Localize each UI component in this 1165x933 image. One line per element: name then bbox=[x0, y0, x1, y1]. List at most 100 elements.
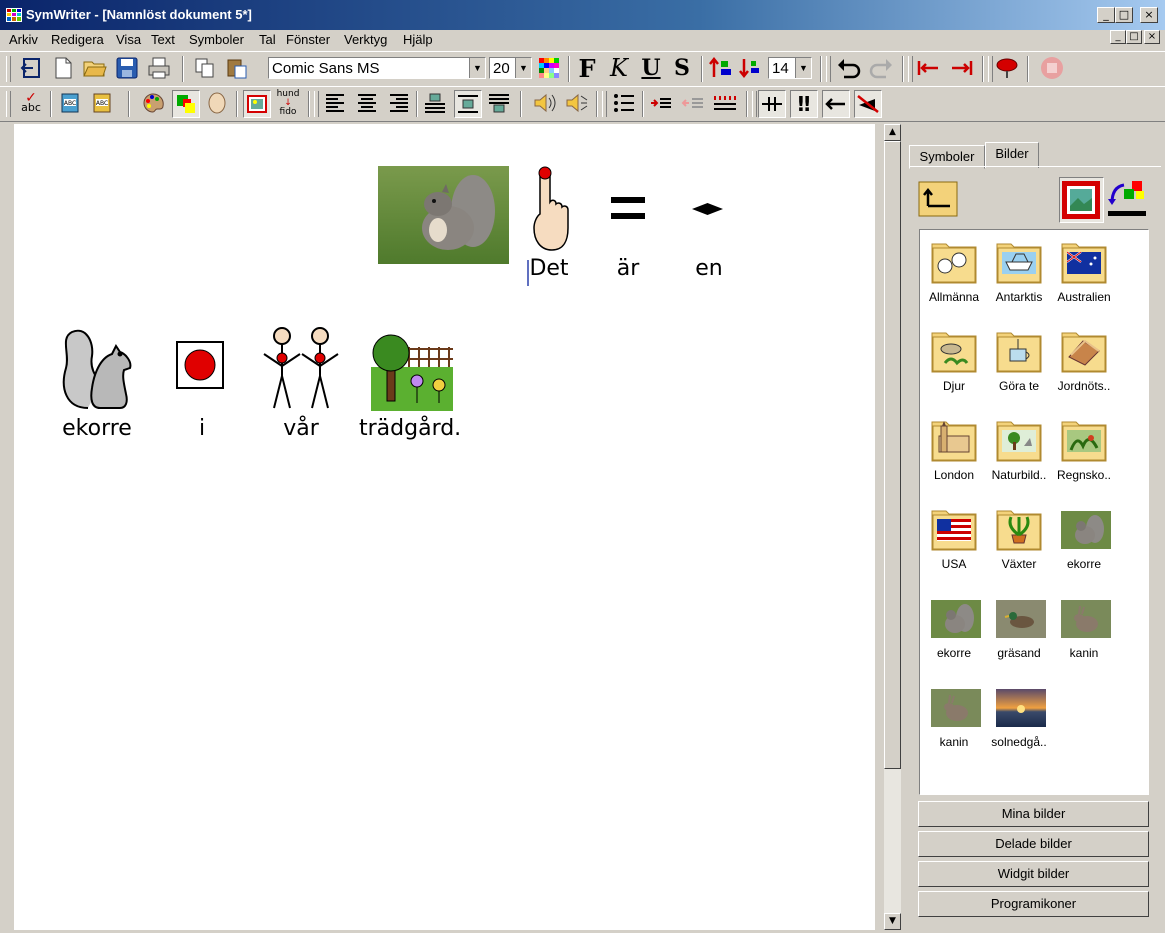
menu-tal[interactable]: Tal bbox=[259, 32, 276, 47]
gallery-folder[interactable]: London bbox=[921, 410, 987, 490]
maximize-button[interactable]: □ bbox=[1115, 7, 1133, 23]
gallery-folder[interactable]: Jordnöts.. bbox=[1051, 321, 1117, 401]
stop-icon[interactable] bbox=[1039, 55, 1065, 81]
gallery-picture[interactable]: kanin bbox=[1051, 588, 1117, 668]
align-bottom-icon[interactable] bbox=[486, 90, 512, 116]
gallery-picture[interactable]: ekorre bbox=[1051, 499, 1117, 579]
menu-text[interactable]: Text bbox=[151, 32, 175, 47]
toolbar-grip[interactable] bbox=[314, 91, 319, 117]
spacing-dots-icon[interactable] bbox=[712, 90, 738, 116]
font-name-select[interactable]: Comic Sans MS ▼ bbox=[268, 57, 486, 79]
gallery-folder[interactable]: Djur bbox=[921, 321, 987, 401]
equals-symbol[interactable] bbox=[611, 197, 645, 219]
indent-icon[interactable] bbox=[648, 90, 674, 116]
color-palette-icon[interactable] bbox=[536, 55, 562, 81]
exit-icon[interactable] bbox=[18, 55, 44, 81]
gallery-picture[interactable]: gräsand bbox=[986, 588, 1052, 668]
align-left-icon[interactable] bbox=[322, 90, 348, 116]
menu-hjalp[interactable]: Hjälp bbox=[403, 32, 433, 47]
chevron-down-icon[interactable]: ▼ bbox=[795, 58, 811, 78]
scroll-up-arrow-icon[interactable]: ▲ bbox=[884, 124, 901, 141]
gallery-folder[interactable]: Växter bbox=[986, 499, 1052, 579]
redo-icon[interactable] bbox=[868, 55, 894, 81]
mdi-restore-button[interactable]: □ bbox=[1126, 30, 1142, 44]
word-boundary-icon[interactable] bbox=[758, 90, 786, 118]
garden-symbol[interactable] bbox=[371, 329, 453, 411]
document-scrollbar[interactable]: ▲ ▼ bbox=[884, 124, 901, 930]
speaker-settings-icon[interactable] bbox=[564, 90, 590, 116]
word-label-toggle[interactable]: hund ↓ fido bbox=[275, 89, 301, 116]
symbol-swap-button[interactable] bbox=[1104, 177, 1150, 221]
toolbar-grip[interactable] bbox=[602, 91, 607, 117]
shrink-text-icon[interactable] bbox=[738, 55, 764, 81]
picture-symbol-icon[interactable] bbox=[243, 90, 271, 118]
print-icon[interactable] bbox=[146, 55, 172, 81]
gallery-folder[interactable]: Naturbild.. bbox=[986, 410, 1052, 490]
widgit-pictures-button[interactable]: Widgit bilder bbox=[918, 861, 1149, 887]
toolbar-grip[interactable] bbox=[6, 56, 11, 82]
symbol-colors-icon[interactable] bbox=[172, 90, 200, 118]
pictures-view-button[interactable] bbox=[1059, 177, 1104, 223]
bullet-list-icon[interactable] bbox=[611, 90, 637, 116]
gallery-folder[interactable]: Regnsko.. bbox=[1051, 410, 1117, 490]
gallery-picture[interactable]: solnedgå.. bbox=[986, 677, 1052, 757]
no-symbol-icon[interactable] bbox=[854, 90, 882, 118]
gallery-folder[interactable]: USA bbox=[921, 499, 987, 579]
align-right-icon[interactable] bbox=[386, 90, 412, 116]
gallery-picture[interactable]: ekorre bbox=[921, 588, 987, 668]
gallery-picture[interactable]: kanin bbox=[921, 677, 987, 757]
pointing-hand-symbol[interactable] bbox=[525, 164, 571, 252]
word-ekorre[interactable]: ekorre bbox=[47, 416, 147, 441]
toolbar-grip[interactable] bbox=[6, 91, 11, 117]
skin-tone-icon[interactable] bbox=[204, 90, 230, 116]
folder-up-button[interactable] bbox=[918, 178, 958, 218]
arrow-left-icon[interactable] bbox=[822, 90, 850, 118]
squirrel-photo[interactable] bbox=[378, 166, 509, 264]
gallery-folder[interactable]: Allmänna bbox=[921, 232, 987, 312]
toolbar-grip[interactable] bbox=[988, 56, 993, 82]
squirrel-symbol[interactable] bbox=[58, 324, 136, 412]
chevron-down-icon[interactable]: ▼ bbox=[515, 58, 531, 78]
word-var[interactable]: vår bbox=[271, 416, 331, 441]
paint-palette-icon[interactable] bbox=[140, 90, 166, 116]
menu-redigera[interactable]: Redigera bbox=[51, 32, 104, 47]
toolbar-grip[interactable] bbox=[752, 91, 757, 117]
shared-pictures-button[interactable]: Delade bilder bbox=[918, 831, 1149, 857]
book-abc-yellow-icon[interactable]: ABC bbox=[89, 90, 115, 116]
our-symbol[interactable] bbox=[260, 324, 342, 410]
close-button[interactable]: × bbox=[1140, 7, 1158, 23]
tab-bilder[interactable]: Bilder bbox=[985, 142, 1039, 168]
in-symbol[interactable] bbox=[176, 341, 224, 389]
speaker-icon[interactable] bbox=[532, 90, 558, 116]
toolbar-grip[interactable] bbox=[826, 56, 831, 82]
align-top-icon[interactable] bbox=[422, 90, 448, 116]
chevron-down-icon[interactable]: ▼ bbox=[469, 58, 485, 78]
open-folder-icon[interactable] bbox=[82, 55, 108, 81]
mdi-close-button[interactable]: × bbox=[1144, 30, 1160, 44]
paste-icon[interactable] bbox=[224, 55, 250, 81]
minimize-button[interactable]: _ bbox=[1097, 7, 1115, 23]
document-canvas[interactable]: Det är en ekorre i vår trädgård. bbox=[14, 124, 875, 930]
align-center-icon[interactable] bbox=[354, 90, 380, 116]
previous-icon[interactable] bbox=[916, 55, 942, 81]
picture-gallery[interactable]: Allmänna Antarktis Australien Djur Göra te Jo… bbox=[919, 229, 1149, 795]
word-ar[interactable]: är bbox=[598, 256, 658, 281]
scroll-thumb[interactable] bbox=[884, 141, 901, 769]
undo-icon[interactable] bbox=[836, 55, 862, 81]
next-icon[interactable] bbox=[948, 55, 974, 81]
menu-visa[interactable]: Visa bbox=[116, 32, 141, 47]
copy-icon[interactable] bbox=[192, 55, 218, 81]
gallery-folder[interactable]: Göra te bbox=[986, 321, 1052, 401]
bold-button[interactable]: F bbox=[574, 54, 600, 83]
program-icons-button[interactable]: Programikoner bbox=[918, 891, 1149, 917]
menu-symboler[interactable]: Symboler bbox=[189, 32, 244, 47]
font-size-select[interactable]: 20 ▼ bbox=[489, 57, 532, 79]
book-abc-icon[interactable]: ABC bbox=[57, 90, 83, 116]
outdent-icon[interactable] bbox=[680, 90, 706, 116]
save-icon[interactable] bbox=[114, 55, 140, 81]
menu-arkiv[interactable]: Arkiv bbox=[9, 32, 38, 47]
word-en[interactable]: en bbox=[679, 256, 739, 281]
word-tradgard[interactable]: trädgård. bbox=[350, 416, 489, 441]
underline-button[interactable]: U bbox=[638, 55, 664, 81]
mdi-minimize-button[interactable]: _ bbox=[1110, 30, 1126, 44]
